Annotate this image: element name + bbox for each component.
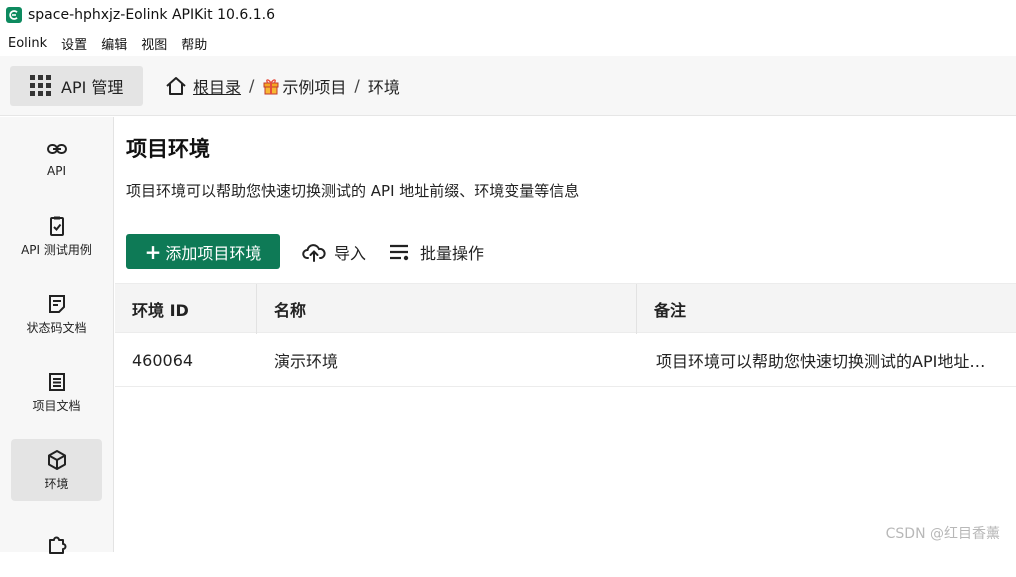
sidebar-item-plugins[interactable]	[11, 515, 102, 577]
link-icon	[46, 144, 67, 154]
title-bar: space-hphxjz-Eolink APIKit 10.6.1.6	[0, 0, 1016, 30]
environment-table: 环境 ID 名称 备注 460064 演示环境 项目环境可以帮助您快速切换测试的…	[115, 283, 1016, 387]
breadcrumb-separator: /	[249, 76, 255, 95]
plus-icon: +	[144, 239, 162, 264]
menu-bar: Eolink 设置 编辑 视图 帮助	[0, 30, 1016, 56]
sidebar-item-label: 状态码文档	[26, 320, 87, 335]
sidebar-item-label: API	[47, 164, 66, 178]
module-label: API 管理	[61, 77, 124, 97]
sidebar-item-api[interactable]: API	[11, 127, 102, 189]
main-content: 项目环境 项目环境可以帮助您快速切换测试的 API 地址前缀、环境变量等信息 +…	[115, 117, 1016, 552]
breadcrumb: 根目录 / 示例项目 / 环境	[165, 74, 400, 98]
top-header: API 管理 根目录 / 示例项目 / 环境	[0, 56, 1016, 116]
sidebar-item-status-codes[interactable]: 状态码文档	[11, 283, 102, 345]
table-row[interactable]: 460064 演示环境 项目环境可以帮助您快速切换测试的API地址…	[115, 333, 1016, 387]
batch-operation-label: 批量操作	[420, 243, 485, 263]
sidebar-item-label: API 测试用例	[21, 242, 92, 257]
clipboard-check-icon	[49, 216, 64, 236]
breadcrumb-root-link[interactable]: 根目录	[193, 74, 241, 98]
watermark: CSDN @红目香薰	[885, 526, 1000, 542]
window-title: space-hphxjz-Eolink APIKit 10.6.1.6	[28, 7, 275, 23]
page-description: 项目环境可以帮助您快速切换测试的 API 地址前缀、环境变量等信息	[126, 182, 580, 200]
import-label: 导入	[334, 243, 367, 263]
sidebar-item-api-test-cases[interactable]: API 测试用例	[11, 205, 102, 267]
sidebar-item-project-docs[interactable]: 项目文档	[11, 361, 102, 423]
list-settings-icon	[390, 244, 409, 260]
cell-name: 演示环境	[274, 352, 339, 371]
page-title: 项目环境	[126, 137, 210, 161]
column-header-id[interactable]: 环境 ID	[115, 284, 257, 334]
document-icon	[48, 294, 65, 313]
column-header-note[interactable]: 备注	[637, 284, 1016, 334]
sidebar-item-label: 项目文档	[32, 398, 81, 413]
cloud-upload-icon	[302, 243, 326, 262]
cell-id: 460064	[132, 350, 194, 370]
column-header-name[interactable]: 名称	[257, 284, 637, 334]
home-icon	[166, 76, 186, 95]
cell-note: 项目环境可以帮助您快速切换测试的API地址…	[656, 352, 986, 371]
eolink-logo-icon	[6, 7, 22, 23]
batch-operation-button[interactable]: 批量操作	[388, 240, 484, 264]
add-environment-label: 添加项目环境	[165, 243, 262, 263]
apps-grid-icon	[30, 75, 51, 96]
breadcrumb-project-link[interactable]: 示例项目	[282, 74, 346, 98]
project-gift-icon	[263, 78, 279, 94]
table-header: 环境 ID 名称 备注	[115, 283, 1016, 334]
import-button[interactable]: 导入	[302, 240, 366, 264]
sidebar-item-label: 环境	[44, 476, 69, 491]
list-document-icon	[48, 372, 65, 391]
menu-help[interactable]: 帮助	[181, 34, 207, 53]
toolbar: + 添加项目环境 导入 批量操作	[126, 234, 484, 269]
breadcrumb-separator: /	[354, 76, 360, 95]
menu-view[interactable]: 视图	[141, 34, 167, 53]
breadcrumb-current: 环境	[367, 77, 400, 97]
menu-edit[interactable]: 编辑	[101, 34, 127, 53]
add-environment-button[interactable]: + 添加项目环境	[126, 234, 280, 269]
sidebar-item-environment[interactable]: 环境	[11, 439, 102, 501]
cube-icon	[47, 449, 66, 470]
module-switch-button[interactable]: API 管理	[10, 65, 143, 106]
menu-settings[interactable]: 设置	[61, 34, 87, 53]
left-sidebar: API API 测试用例 状态码文档 项目文档 环境	[0, 117, 114, 554]
menu-eolink[interactable]: Eolink	[8, 36, 47, 51]
